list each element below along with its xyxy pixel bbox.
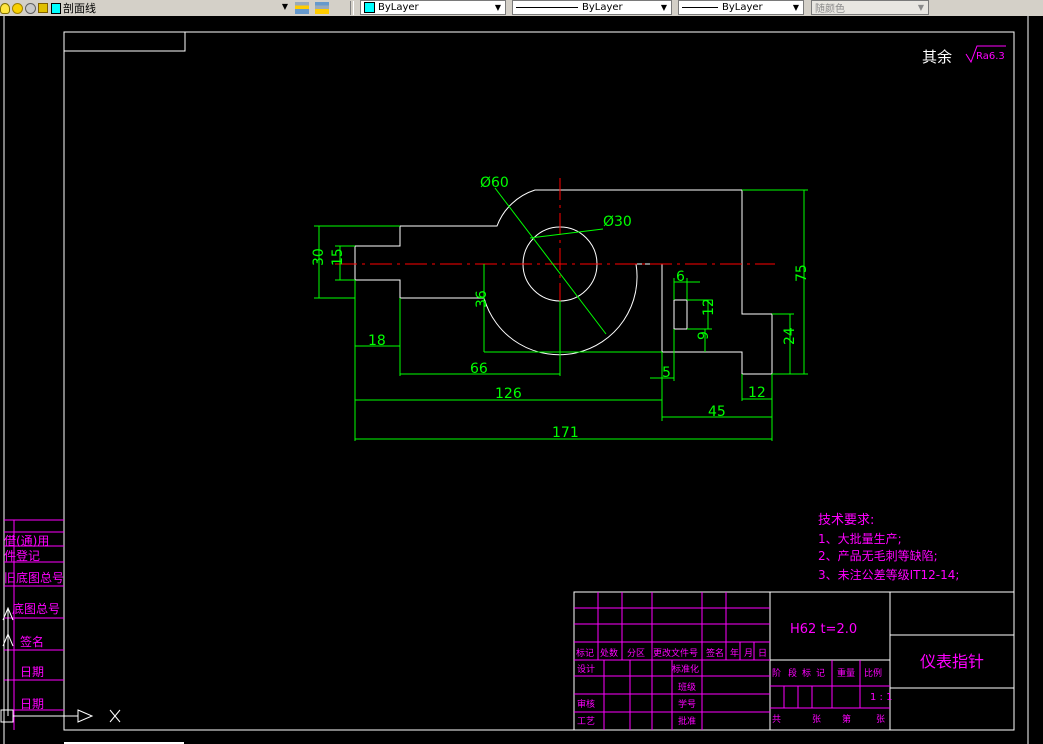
lineweight-preview bbox=[682, 7, 718, 8]
dim-5: 5 bbox=[662, 365, 671, 381]
roughness-value: Ra6.3 bbox=[976, 51, 1005, 62]
chevron-down-icon[interactable]: ▼ bbox=[279, 1, 291, 12]
rev-header: 日 bbox=[758, 648, 767, 659]
stage-header: 标 bbox=[802, 667, 811, 679]
material-spec: H62 t=2.0 bbox=[790, 622, 857, 637]
side-label-5: 签名 bbox=[20, 634, 44, 649]
make-current-layer-icon[interactable] bbox=[295, 2, 309, 14]
side-label-3: 旧底图总号 bbox=[4, 570, 64, 585]
sun-icon[interactable] bbox=[12, 2, 23, 14]
stage-header: 段 bbox=[788, 667, 797, 679]
layer-state-icons bbox=[0, 1, 61, 15]
dim-66: 66 bbox=[470, 361, 488, 377]
sheet-label: 第 bbox=[842, 713, 851, 725]
role-standardize: 标准化 bbox=[672, 663, 699, 675]
color-value: ByLayer bbox=[378, 2, 419, 13]
lineweight-dropdown[interactable]: ByLayer ▼ bbox=[678, 0, 804, 15]
rev-header: 月 bbox=[744, 648, 753, 659]
dim-75: 75 bbox=[794, 264, 810, 282]
rev-header: 处数 bbox=[600, 647, 618, 659]
tech-req-title: 技术要求: bbox=[818, 513, 874, 528]
dim-126: 126 bbox=[495, 386, 522, 402]
side-label-2: 件登记 bbox=[4, 548, 40, 563]
chevron-down-icon: ▼ bbox=[917, 3, 925, 12]
role-student-id: 学号 bbox=[678, 698, 696, 710]
layer-tools bbox=[295, 1, 329, 15]
stage-header-weight: 重量 bbox=[837, 667, 855, 679]
chevron-down-icon[interactable]: ▼ bbox=[658, 2, 670, 13]
linetype-dropdown[interactable]: ByLayer ▼ bbox=[512, 0, 672, 15]
rev-header: 更改文件号 bbox=[653, 647, 698, 659]
dim-9: 9 bbox=[696, 331, 712, 340]
canvas-background bbox=[0, 16, 1043, 744]
tech-req-item: 2、产品无毛刺等缺陷; bbox=[818, 548, 938, 563]
color-swatch bbox=[364, 2, 375, 13]
stage-header: 记 bbox=[816, 668, 825, 679]
linetype-preview bbox=[516, 7, 578, 8]
side-label-4: 底图总号 bbox=[12, 601, 60, 616]
rev-header: 标记 bbox=[576, 647, 594, 659]
dim-30: 30 bbox=[311, 248, 327, 266]
dim-dia30: Ø30 bbox=[603, 214, 632, 230]
role-approve: 批准 bbox=[678, 715, 696, 727]
stage-header: 阶 bbox=[772, 667, 781, 679]
scale-value: 1 : 1 bbox=[870, 692, 892, 703]
plotstyle-dropdown: 随颜色 ▼ bbox=[811, 0, 929, 15]
linetype-value: ByLayer bbox=[582, 2, 623, 13]
part-name: 仪表指针 bbox=[920, 652, 984, 671]
dim-12-horizontal: 12 bbox=[748, 385, 766, 401]
dim-6: 6 bbox=[676, 269, 685, 285]
toolbar-separator bbox=[350, 1, 354, 15]
dim-45: 45 bbox=[708, 404, 726, 420]
tech-req-item: 1、大批量生产; bbox=[818, 531, 902, 546]
lineweight-value: ByLayer bbox=[722, 2, 763, 13]
stage-header-scale: 比例 bbox=[864, 667, 882, 679]
chevron-down-icon[interactable]: ▼ bbox=[492, 2, 504, 13]
role-class: 班级 bbox=[678, 681, 696, 693]
sheet-label: 共 bbox=[772, 714, 781, 725]
rev-header: 分区 bbox=[627, 648, 645, 659]
tech-req-item: 3、未注公差等级IT12-14; bbox=[818, 567, 959, 582]
plotstyle-value: 随颜色 bbox=[815, 4, 845, 15]
rev-header: 年 bbox=[730, 647, 739, 659]
lightbulb-icon[interactable] bbox=[0, 2, 10, 14]
sheet-label: 张 bbox=[812, 714, 821, 725]
layer-previous-icon[interactable] bbox=[315, 2, 329, 14]
dim-24: 24 bbox=[782, 327, 798, 345]
role-design: 设计 bbox=[577, 663, 595, 675]
surface-note-text: 其余 bbox=[922, 48, 952, 66]
dim-18: 18 bbox=[368, 333, 386, 349]
role-review: 审核 bbox=[577, 698, 595, 710]
chevron-down-icon[interactable]: ▼ bbox=[790, 2, 802, 13]
dim-171: 171 bbox=[552, 425, 579, 441]
dim-dia60: Ø60 bbox=[480, 175, 509, 191]
drawing-canvas[interactable]: 借(通)用 件登记 旧底图总号 底图总号 签名 日期 日期 其余 Ra6.3 Ø… bbox=[0, 16, 1043, 744]
viewport-freeze-icon[interactable] bbox=[25, 2, 36, 14]
dim-12-vertical: 12 bbox=[701, 298, 717, 316]
side-label-6: 日期 bbox=[20, 665, 44, 679]
dim-15: 15 bbox=[330, 248, 346, 266]
side-label-7: 日期 bbox=[20, 697, 44, 711]
layer-name: 剖面线 bbox=[63, 1, 96, 15]
layer-dropdown[interactable]: 剖面线 ▼ bbox=[60, 0, 292, 15]
properties-toolbar: 剖面线 ▼ ByLayer ▼ ByLayer ▼ ByLayer ▼ 随颜色 … bbox=[0, 0, 1043, 17]
rev-header: 签名 bbox=[706, 647, 724, 659]
role-process: 工艺 bbox=[577, 716, 595, 727]
dim-36: 36 bbox=[474, 290, 490, 308]
side-label-1: 借(通)用 bbox=[4, 534, 49, 548]
sheet-label: 张 bbox=[876, 714, 885, 725]
lock-icon[interactable] bbox=[38, 3, 48, 13]
color-dropdown[interactable]: ByLayer ▼ bbox=[360, 0, 506, 15]
